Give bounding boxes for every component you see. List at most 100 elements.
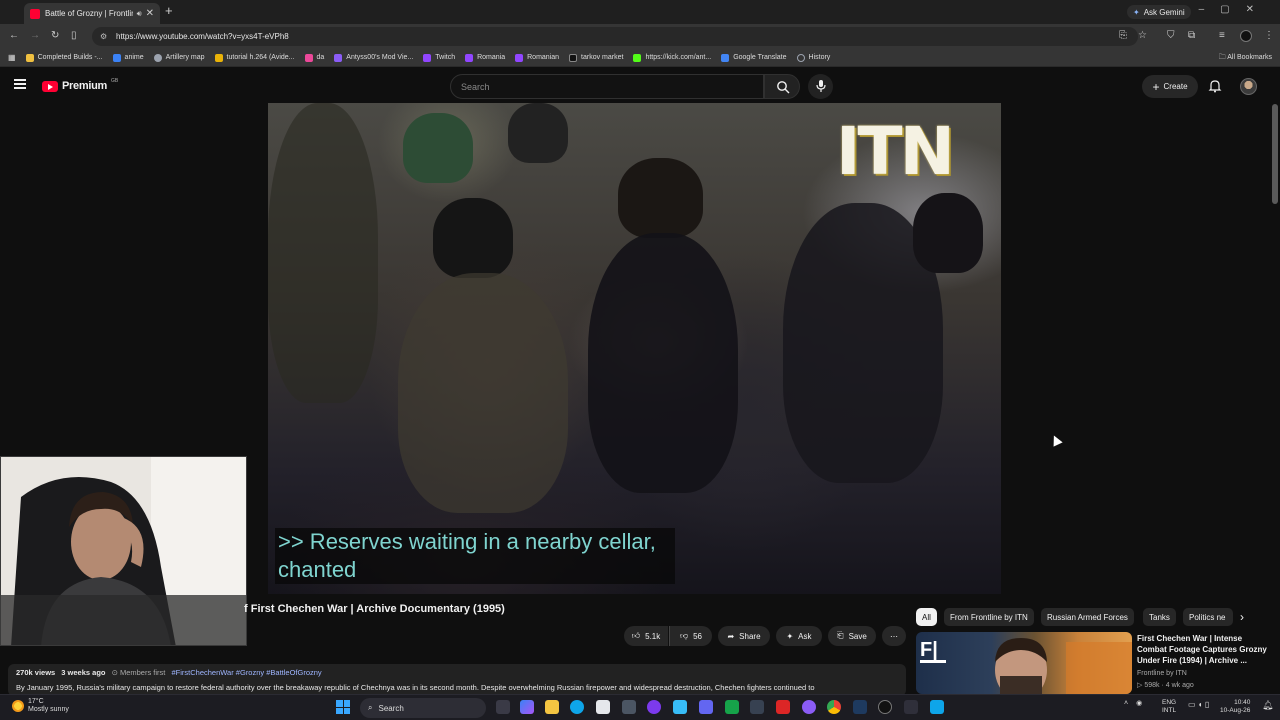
recommended-video-channel[interactable]: Frontline by ITN [1137, 670, 1187, 677]
excel-icon[interactable] [725, 700, 739, 714]
more-actions-button[interactable]: ⋯ [882, 626, 906, 646]
bookmark-item[interactable]: Romania [465, 53, 506, 62]
bookmark-star-icon[interactable]: ☆ [1138, 30, 1147, 41]
bookmark-item[interactable]: Romanian [515, 53, 559, 62]
chip-politics[interactable]: Politics ne [1183, 608, 1233, 626]
bookmark-item[interactable]: Artillery map [153, 53, 205, 62]
new-tab-button[interactable]: + [165, 3, 173, 18]
browser-tab-active[interactable]: Battle of Grozny | Frontline 🔊︎ ✕ [24, 3, 160, 24]
terminal-icon[interactable] [904, 700, 918, 714]
all-bookmarks-button[interactable]: 🗀︎ All Bookmarks [1219, 53, 1272, 64]
bookmark-item[interactable]: tarkov market [569, 53, 623, 62]
app-icon[interactable] [802, 700, 816, 714]
video-player[interactable]: ITN >> Reserves waiting in a nearby cell… [268, 103, 1001, 594]
notification-center-icon[interactable]: 🔔︎ [1262, 700, 1273, 711]
description-text: By January 1995, Russia's military campa… [16, 683, 815, 692]
bookmark-item[interactable]: Antyss00's Mod Vie... [334, 53, 414, 62]
youtube-premium-logo[interactable]: Premium GB [42, 78, 118, 92]
video-frame-figure [508, 103, 568, 163]
shield-extension-icon[interactable]: ⛉ [1167, 30, 1175, 41]
recommended-video-title[interactable]: First Chechen War | Intense Combat Foota… [1137, 633, 1269, 666]
ask-button[interactable]: ✦ Ask [776, 626, 822, 646]
taskbar-search[interactable]: ⌕ Search [360, 698, 486, 718]
recommended-video-thumbnail[interactable]: F| [916, 632, 1132, 694]
like-button[interactable]: 👍︎ 5.1k [624, 626, 668, 646]
profile-icon[interactable] [1240, 30, 1252, 42]
bookmark-favicon-icon [569, 53, 578, 62]
extensions-icon[interactable]: ⧉ [1188, 30, 1195, 41]
window-controls[interactable]: –▢✕ [1199, 4, 1270, 15]
network-volume-battery-icons[interactable]: ▭ ◖ ▯ [1188, 700, 1209, 709]
ask-gemini-label: Ask Gemini [1143, 7, 1185, 17]
bookmark-favicon-icon [515, 53, 524, 62]
account-avatar[interactable] [1240, 78, 1257, 95]
apps-grid-icon[interactable]: ▦ [8, 53, 16, 62]
app-icon[interactable] [930, 700, 944, 714]
chrome-icon[interactable] [827, 700, 841, 714]
video-frame-figure [618, 158, 703, 238]
forward-icon[interactable]: → [30, 30, 40, 41]
close-tab-icon[interactable]: ✕ [146, 8, 154, 19]
media-control-icon[interactable]: ≡ [1219, 30, 1225, 41]
chip-tanks[interactable]: Tanks [1143, 608, 1176, 626]
language-indicator[interactable]: ENG INTL [1162, 699, 1176, 715]
page-scrollbar[interactable] [1272, 104, 1278, 204]
bookmark-label: Romania [477, 54, 506, 61]
save-button[interactable]: ⎗ Save [828, 626, 876, 646]
menu-kebab-icon[interactable]: ⋮ [1264, 30, 1274, 41]
windows-start-icon[interactable] [336, 700, 350, 714]
app-icon[interactable] [647, 700, 661, 714]
weather-widget[interactable]: 17°C Mostly sunny [12, 698, 69, 714]
reload-icon[interactable]: ↻ [51, 30, 59, 41]
app-icon[interactable] [699, 700, 713, 714]
app-icon[interactable] [878, 700, 892, 714]
steam-icon[interactable] [853, 700, 867, 714]
speaker-icon[interactable]: 🔊︎ [137, 9, 142, 19]
bookmark-item[interactable]: Completed Builds -... [25, 53, 103, 62]
app-icon[interactable] [673, 700, 687, 714]
chip-russian-armed-forces[interactable]: Russian Armed Forces [1041, 608, 1134, 626]
chevron-right-icon[interactable]: › [1240, 610, 1244, 624]
clock[interactable]: 10:40 10-Aug-26 [1220, 699, 1250, 715]
store-icon[interactable] [596, 700, 610, 714]
task-view-icon[interactable] [496, 700, 510, 714]
edge-icon[interactable] [570, 700, 584, 714]
hamburger-menu-icon[interactable] [14, 79, 26, 89]
bookmark-favicon-icon [423, 53, 432, 62]
search-button[interactable] [764, 74, 800, 99]
file-explorer-icon[interactable] [545, 700, 559, 714]
bookmark-item[interactable]: da [304, 53, 324, 62]
notifications-bell-icon[interactable] [1208, 79, 1222, 93]
chip-from-frontline[interactable]: From Frontline by ITN [944, 608, 1034, 626]
bookmark-label: History [808, 54, 831, 61]
address-bar[interactable]: ⚙ https://www.youtube.com/watch?v=yxs4T-… [92, 27, 1138, 46]
bookmark-label: tutorial h.264 (Avide... [226, 54, 295, 61]
create-button[interactable]: + Create [1142, 75, 1198, 98]
app-icon[interactable] [622, 700, 636, 714]
bookmark-item[interactable]: tutorial h.264 (Avide... [214, 53, 295, 62]
system-tray[interactable]: ˄ ◉ [1124, 699, 1142, 708]
bookmark-item[interactable]: History [796, 53, 831, 62]
share-button[interactable]: ➦ Share [718, 626, 770, 646]
site-info-icon[interactable]: ⚙ [100, 32, 110, 42]
copilot-icon[interactable] [520, 700, 534, 714]
search-input[interactable]: Search [450, 74, 764, 99]
hashtags[interactable]: #FirstChechenWar #Grozny #BattleOfGrozny [171, 668, 321, 677]
bookmark-item[interactable]: Google Translate [721, 53, 787, 62]
video-frame-figure [398, 273, 568, 513]
video-description[interactable]: 270k views 3 weeks ago ⊙ Members first #… [8, 664, 906, 696]
chip-all[interactable]: All [916, 608, 937, 626]
ask-gemini-button[interactable]: ✦ Ask Gemini [1127, 5, 1191, 19]
voice-search-button[interactable] [808, 74, 833, 99]
app-icon[interactable] [750, 700, 764, 714]
install-app-icon[interactable]: ⎘ [1119, 30, 1127, 41]
bookmark-item[interactable]: anime [112, 53, 144, 62]
bookmark-item[interactable]: https://kick.com/ant... [633, 53, 711, 62]
app-icon[interactable] [776, 700, 790, 714]
back-icon[interactable]: ← [9, 30, 19, 41]
logo-text: Premium [62, 80, 107, 92]
bookmark-item[interactable]: Twitch [423, 53, 455, 62]
split-view-icon[interactable]: ▯ [71, 30, 77, 41]
dislike-button[interactable]: 👎︎ 56 [669, 626, 712, 646]
bookmark-label: Antyss00's Mod Vie... [346, 54, 414, 61]
